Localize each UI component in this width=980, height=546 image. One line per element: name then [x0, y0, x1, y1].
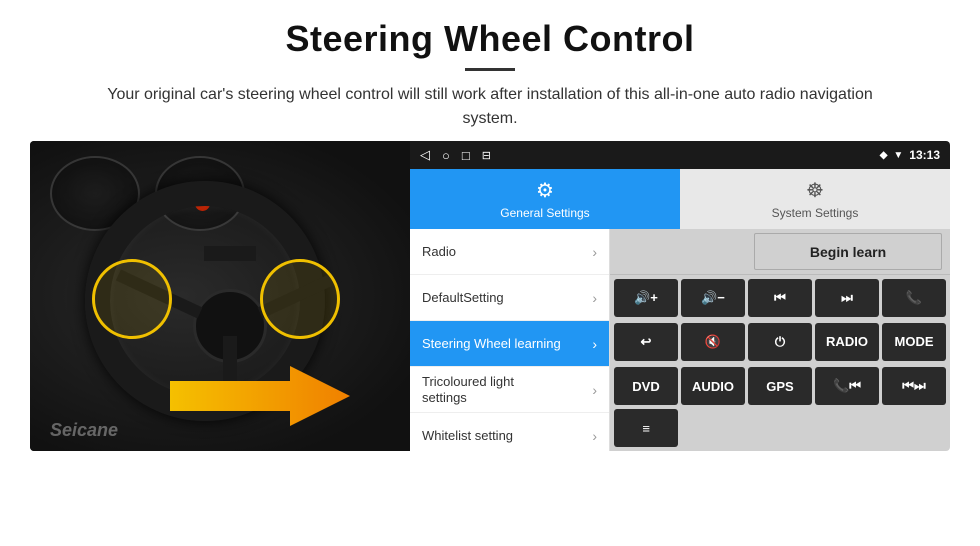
page-header: Steering Wheel Control Your original car…: [0, 0, 980, 141]
chevron-icon: ›: [592, 244, 597, 260]
audio-button[interactable]: AUDIO: [681, 367, 745, 405]
chevron-icon: ›: [592, 382, 597, 398]
settings-item-tricoloured[interactable]: Tricoloured lightsettings ›: [410, 367, 609, 413]
signal-icon: ▼: [893, 150, 903, 161]
begin-learn-area: Begin learn: [610, 229, 950, 275]
chevron-icon: ›: [592, 290, 597, 306]
skip-button[interactable]: ⏮⏭: [882, 367, 946, 405]
next-button[interactable]: ⏭: [815, 279, 879, 317]
main-content: Seicane ◁ ○ □ ⊟ ◆ ▼ 13:13 ⚙ General Sett…: [0, 141, 980, 461]
chevron-icon: ›: [592, 428, 597, 444]
control-buttons-row1: 🔊+ 🔊− ⏮ ⏭ 📞 ↩ 🔇 ⏻ RADIO MODE: [610, 275, 950, 367]
back-icon[interactable]: ◁: [420, 147, 430, 163]
tab-system-label: System Settings: [772, 206, 859, 220]
settings-item-default[interactable]: DefaultSetting ›: [410, 275, 609, 321]
tab-system[interactable]: ☸ System Settings: [680, 169, 950, 229]
status-bar-left: ◁ ○ □ ⊟: [420, 147, 491, 163]
tab-general-label: General Settings: [500, 206, 589, 220]
watermark: Seicane: [50, 420, 118, 441]
radio-label: Radio: [422, 244, 456, 259]
mode-button[interactable]: MODE: [882, 323, 946, 361]
mute-button[interactable]: 🔇: [681, 323, 745, 361]
prev-button[interactable]: ⏮: [748, 279, 812, 317]
recent-icon[interactable]: □: [462, 148, 470, 163]
highlight-right: [260, 259, 340, 339]
gps-button[interactable]: GPS: [748, 367, 812, 405]
system-settings-icon: ☸: [806, 178, 824, 203]
time-display: 13:13: [909, 148, 940, 162]
settings-item-whitelist[interactable]: Whitelist setting ›: [410, 413, 609, 451]
begin-learn-button[interactable]: Begin learn: [754, 233, 942, 270]
title-divider: [465, 68, 515, 71]
bottom-button-row: DVD AUDIO GPS 📞⏮ ⏮⏭: [610, 367, 950, 409]
settings-item-steering[interactable]: Steering Wheel learning ›: [410, 321, 609, 367]
android-panel: ◁ ○ □ ⊟ ◆ ▼ 13:13 ⚙ General Settings ☸ S…: [410, 141, 950, 451]
page-subtitle: Your original car's steering wheel contr…: [80, 83, 900, 131]
settings-body: Radio › DefaultSetting › Steering Wheel …: [410, 229, 950, 451]
default-label: DefaultSetting: [422, 290, 504, 305]
tricoloured-label: Tricoloured lightsettings: [422, 374, 514, 405]
dvd-button[interactable]: DVD: [614, 367, 678, 405]
home-icon[interactable]: ○: [442, 148, 450, 163]
chevron-icon: ›: [592, 336, 597, 352]
power-button[interactable]: ⏻: [748, 323, 812, 361]
blank-area: [610, 229, 750, 274]
settings-list: Radio › DefaultSetting › Steering Wheel …: [410, 229, 610, 451]
gps-icon: ◆: [880, 150, 888, 161]
arrow-icon: [170, 361, 350, 431]
steering-wheel-image: Seicane: [30, 141, 410, 451]
steering-label: Steering Wheel learning: [422, 336, 561, 351]
menu-icon[interactable]: ⊟: [482, 149, 491, 162]
vol-down-button[interactable]: 🔊−: [681, 279, 745, 317]
vol-up-button[interactable]: 🔊+: [614, 279, 678, 317]
last-button-row: ≡: [610, 409, 950, 451]
page-title: Steering Wheel Control: [40, 18, 940, 60]
top-tabs: ⚙ General Settings ☸ System Settings: [410, 169, 950, 229]
settings-item-radio[interactable]: Radio ›: [410, 229, 609, 275]
settings-right-panel: Begin learn 🔊+ 🔊− ⏮ ⏭ 📞 ↩ 🔇 ⏻ RADIO MODE: [610, 229, 950, 451]
hangup-button[interactable]: ↩: [614, 323, 678, 361]
status-bar: ◁ ○ □ ⊟ ◆ ▼ 13:13: [410, 141, 950, 169]
phone-button[interactable]: 📞: [882, 279, 946, 317]
radio-button[interactable]: RADIO: [815, 323, 879, 361]
phone-prev-button[interactable]: 📞⏮: [815, 367, 879, 405]
whitelist-label: Whitelist setting: [422, 428, 513, 443]
highlight-left: [92, 259, 172, 339]
tab-general[interactable]: ⚙ General Settings: [410, 169, 680, 229]
general-settings-icon: ⚙: [536, 178, 554, 203]
menu-grid-button[interactable]: ≡: [614, 409, 678, 447]
status-bar-right: ◆ ▼ 13:13: [880, 148, 940, 162]
